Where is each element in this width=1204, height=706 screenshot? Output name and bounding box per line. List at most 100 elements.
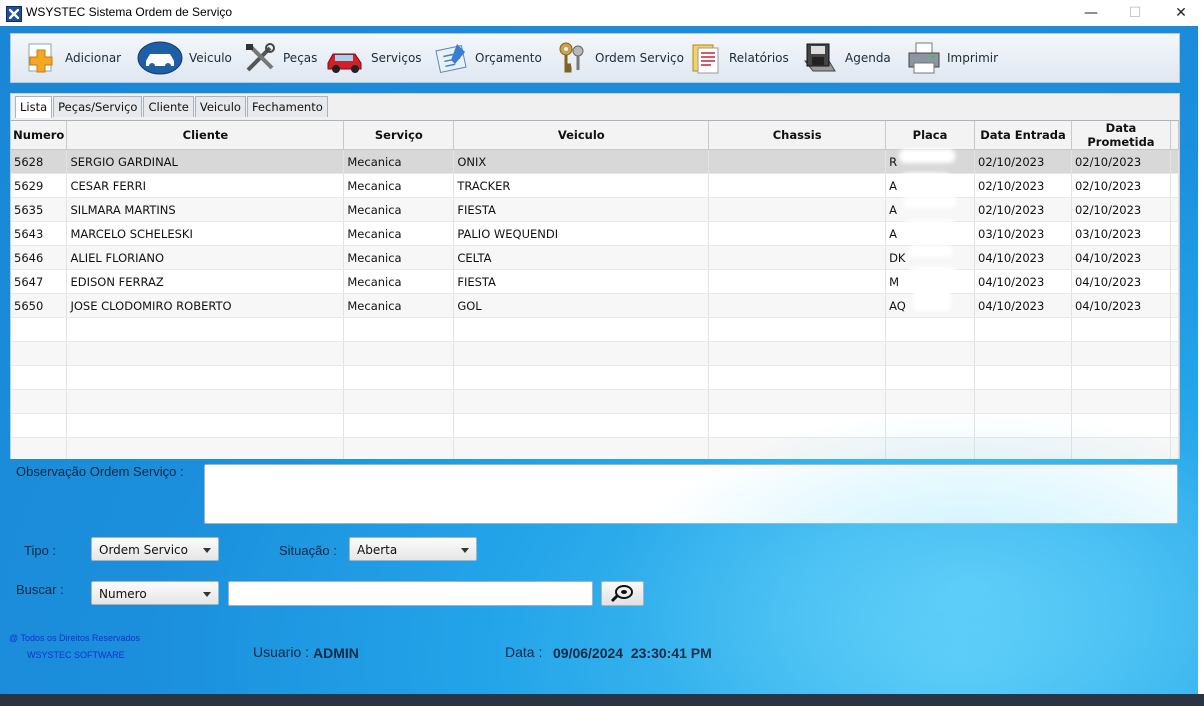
empty-row	[11, 317, 1179, 342]
reports-label: Relatórios	[729, 51, 789, 65]
vehicle-button[interactable]: Veiculo	[137, 40, 232, 76]
table-row[interactable]: 5647 EDISON FERRAZ Mecanica FIESTA M 04/…	[11, 269, 1179, 294]
cell-numero: 5650	[11, 293, 68, 318]
cell-data-prometida: 03/10/2023	[1071, 221, 1171, 246]
add-button[interactable]: Adicionar	[25, 40, 121, 76]
cell-numero: 5629	[11, 173, 68, 198]
main-content: Adicionar Veiculo Peças Serviços Orçamen…	[0, 26, 1198, 694]
tab-bar: Lista Peças/Serviço Cliente Veiculo Fech…	[15, 96, 329, 118]
minimize-button[interactable]: —	[1068, 0, 1114, 26]
observation-label: Observação Ordem Serviço :	[16, 464, 184, 479]
services-label: Serviços	[371, 51, 422, 65]
orders-panel: Lista Peças/Serviço Cliente Veiculo Fech…	[10, 93, 1180, 459]
col-placa[interactable]: Placa	[885, 121, 975, 150]
buscar-select-value: Numero	[99, 587, 147, 601]
tipo-label: Tipo :	[24, 543, 57, 558]
cell-veiculo: FIESTA	[453, 197, 710, 222]
table-row[interactable]: 5650 JOSE CLODOMIRO ROBERTO Mecanica GOL…	[11, 293, 1179, 318]
cell-numero: 5646	[11, 245, 68, 270]
observation-textarea[interactable]	[204, 464, 1178, 524]
buscar-select[interactable]: Numero	[91, 581, 219, 605]
cell-data-entrada: 04/10/2023	[974, 293, 1072, 318]
chevron-down-icon	[461, 548, 469, 553]
cell-servico: Mecanica	[343, 173, 455, 198]
cell-data-prometida: 02/10/2023	[1071, 173, 1171, 198]
usuario-value: ADMIN	[313, 645, 359, 661]
tab-fechamento[interactable]: Fechamento	[246, 96, 328, 117]
reports-button[interactable]: Relatórios	[689, 40, 789, 76]
cell-data-prometida: 02/10/2023	[1071, 197, 1171, 222]
tab-lista[interactable]: Lista	[15, 96, 53, 118]
empty-row	[11, 437, 1179, 459]
table-row[interactable]: 5628 SERGIO GARDINAL Mecanica ONIX R 02/…	[11, 149, 1179, 174]
service-order-button[interactable]: Ordem Serviço	[555, 40, 684, 76]
tab-veiculo[interactable]: Veiculo	[194, 96, 246, 117]
services-button[interactable]: Serviços	[325, 40, 422, 76]
col-numero[interactable]: Numero	[11, 121, 68, 150]
col-cliente[interactable]: Cliente	[66, 121, 345, 150]
app-logo-icon	[6, 6, 22, 22]
company-name: WSYSTEC SOFTWARE	[27, 650, 125, 660]
cell-chassis	[708, 173, 887, 198]
chevron-down-icon	[203, 548, 211, 553]
cell-cliente: CESAR FERRI	[66, 173, 345, 198]
add-label: Adicionar	[65, 51, 122, 65]
table-row[interactable]: 5646 ALIEL FLORIANO Mecanica CELTA DK 04…	[11, 245, 1179, 270]
tipo-select[interactable]: Ordem Servico	[91, 537, 219, 561]
col-data-entrada[interactable]: Data Entrada	[974, 121, 1072, 150]
col-data-prometida[interactable]: Data Prometida	[1071, 121, 1171, 150]
cell-data-entrada: 03/10/2023	[974, 221, 1072, 246]
search-input[interactable]	[228, 581, 593, 606]
cell-servico: Mecanica	[343, 293, 455, 318]
redaction-mark	[901, 173, 951, 185]
cell-numero: 5635	[11, 197, 68, 222]
empty-row	[11, 341, 1179, 366]
table-row[interactable]: 5629 CESAR FERRI Mecanica TRACKER A 02/1…	[11, 173, 1179, 198]
redaction-mark	[913, 289, 951, 311]
col-chassis[interactable]: Chassis	[708, 121, 887, 150]
table-row[interactable]: 5643 MARCELO SCHELESKI Mecanica PALIO WE…	[11, 221, 1179, 246]
car-service-icon	[325, 41, 365, 75]
app-window: WSYSTEC Sistema Ordem de Serviço — ☐ ✕ A…	[0, 0, 1204, 694]
cell-cliente: ALIEL FLORIANO	[66, 245, 345, 270]
agenda-button[interactable]: Agenda	[801, 40, 891, 76]
vehicle-label: Veiculo	[189, 51, 232, 65]
cell-chassis	[708, 293, 887, 318]
cell-data-entrada: 04/10/2023	[974, 269, 1072, 294]
tab-cliente[interactable]: Cliente	[143, 96, 194, 117]
cell-data-entrada: 02/10/2023	[974, 149, 1072, 174]
cell-cliente: JOSE CLODOMIRO ROBERTO	[66, 293, 345, 318]
tab-pecas-servico[interactable]: Peças/Serviço	[53, 96, 143, 117]
col-filler	[1170, 121, 1179, 150]
cell-data-entrada: 02/10/2023	[974, 173, 1072, 198]
cell-numero: 5647	[11, 269, 68, 294]
cell-cliente: EDISON FERRAZ	[66, 269, 345, 294]
situacao-select-value: Aberta	[357, 543, 398, 557]
col-veiculo[interactable]: Veiculo	[453, 121, 710, 150]
cell-chassis	[708, 221, 887, 246]
budget-icon	[435, 41, 469, 75]
parts-button[interactable]: Peças	[243, 40, 317, 76]
print-button[interactable]: Imprimir	[907, 40, 998, 76]
empty-row	[11, 389, 1179, 414]
cell-cliente: SILMARA MARTINS	[66, 197, 345, 222]
floppy-icon	[801, 41, 839, 75]
close-button[interactable]: ✕	[1158, 0, 1204, 26]
service-order-label: Ordem Serviço	[595, 51, 684, 65]
budget-button[interactable]: Orçamento	[435, 40, 542, 76]
maximize-button[interactable]: ☐	[1112, 0, 1158, 26]
cell-data-entrada: 04/10/2023	[974, 245, 1072, 270]
search-button[interactable]	[601, 581, 644, 606]
table-row[interactable]: 5635 SILMARA MARTINS Mecanica FIESTA A 0…	[11, 197, 1179, 222]
redaction-mark	[909, 267, 957, 281]
col-servico[interactable]: Serviço	[343, 121, 455, 150]
situacao-select[interactable]: Aberta	[349, 537, 477, 561]
redaction-mark	[903, 220, 955, 232]
cell-veiculo: ONIX	[453, 149, 710, 174]
cell-veiculo: FIESTA	[453, 269, 710, 294]
data-value: 09/06/2024 23:30:41 PM	[553, 645, 712, 661]
cell-veiculo: GOL	[453, 293, 710, 318]
agenda-label: Agenda	[845, 51, 891, 65]
cell-numero: 5643	[11, 221, 68, 246]
tools-icon	[243, 41, 277, 75]
